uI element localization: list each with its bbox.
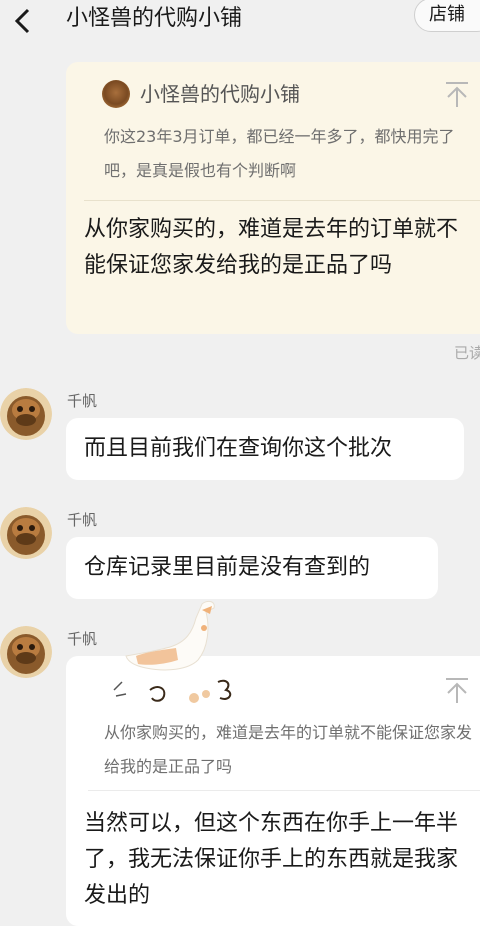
- sender-name: 千帆: [67, 630, 98, 648]
- message-bubble-incoming[interactable]: 仓库记录里目前是没有查到的: [66, 537, 438, 599]
- message-text: 而且目前我们在查询你这个批次: [84, 436, 393, 461]
- quote-text: 从你家购买的，难道是去年的订单就不能保证您家发给我的是正品了吗: [104, 723, 473, 776]
- message-bubble-incoming[interactable]: 而且目前我们在查询你这个批次: [66, 418, 464, 480]
- sender-name: 千帆: [67, 511, 98, 529]
- avatar[interactable]: [0, 507, 52, 559]
- collapse-icon[interactable]: [444, 80, 470, 108]
- page-title: 小怪兽的代购小铺: [66, 6, 243, 31]
- read-status: 已读: [454, 344, 480, 362]
- collapse-icon[interactable]: [444, 676, 470, 704]
- message-bubble-outgoing[interactable]: 小怪兽的代购小铺 你这23年3月订单，都已经一年多了，都快用完了吧，是真是假也有…: [66, 62, 480, 334]
- quote-sender-name: 小怪兽的代购小铺: [140, 82, 300, 106]
- shop-button-label: 店铺: [429, 4, 465, 25]
- sticker-image: [113, 600, 232, 703]
- quoted-message[interactable]: 小怪兽的代购小铺 你这23年3月订单，都已经一年多了，都快用完了吧，是真是假也有…: [84, 62, 480, 201]
- quote-avatar: [102, 80, 130, 108]
- message-text: 从你家购买的，难道是去年的订单就不能保证您家发给我的是正品了吗: [84, 217, 459, 278]
- avatar[interactable]: [0, 626, 52, 678]
- chevron-left-icon[interactable]: [12, 6, 32, 36]
- message-text: 当然可以，但这个东西在你手上一年半了，我无法保证你手上的东西就是我家发出的: [84, 811, 459, 908]
- top-bar: 小怪兽的代购小铺 店铺: [0, 0, 480, 48]
- avatar[interactable]: [0, 388, 52, 440]
- sender-name: 千帆: [67, 392, 98, 410]
- message-text: 仓库记录里目前是没有查到的: [84, 555, 371, 580]
- quote-text: 你这23年3月订单，都已经一年多了，都快用完了吧，是真是假也有个判断啊: [104, 127, 455, 180]
- shop-button[interactable]: 店铺: [414, 0, 480, 32]
